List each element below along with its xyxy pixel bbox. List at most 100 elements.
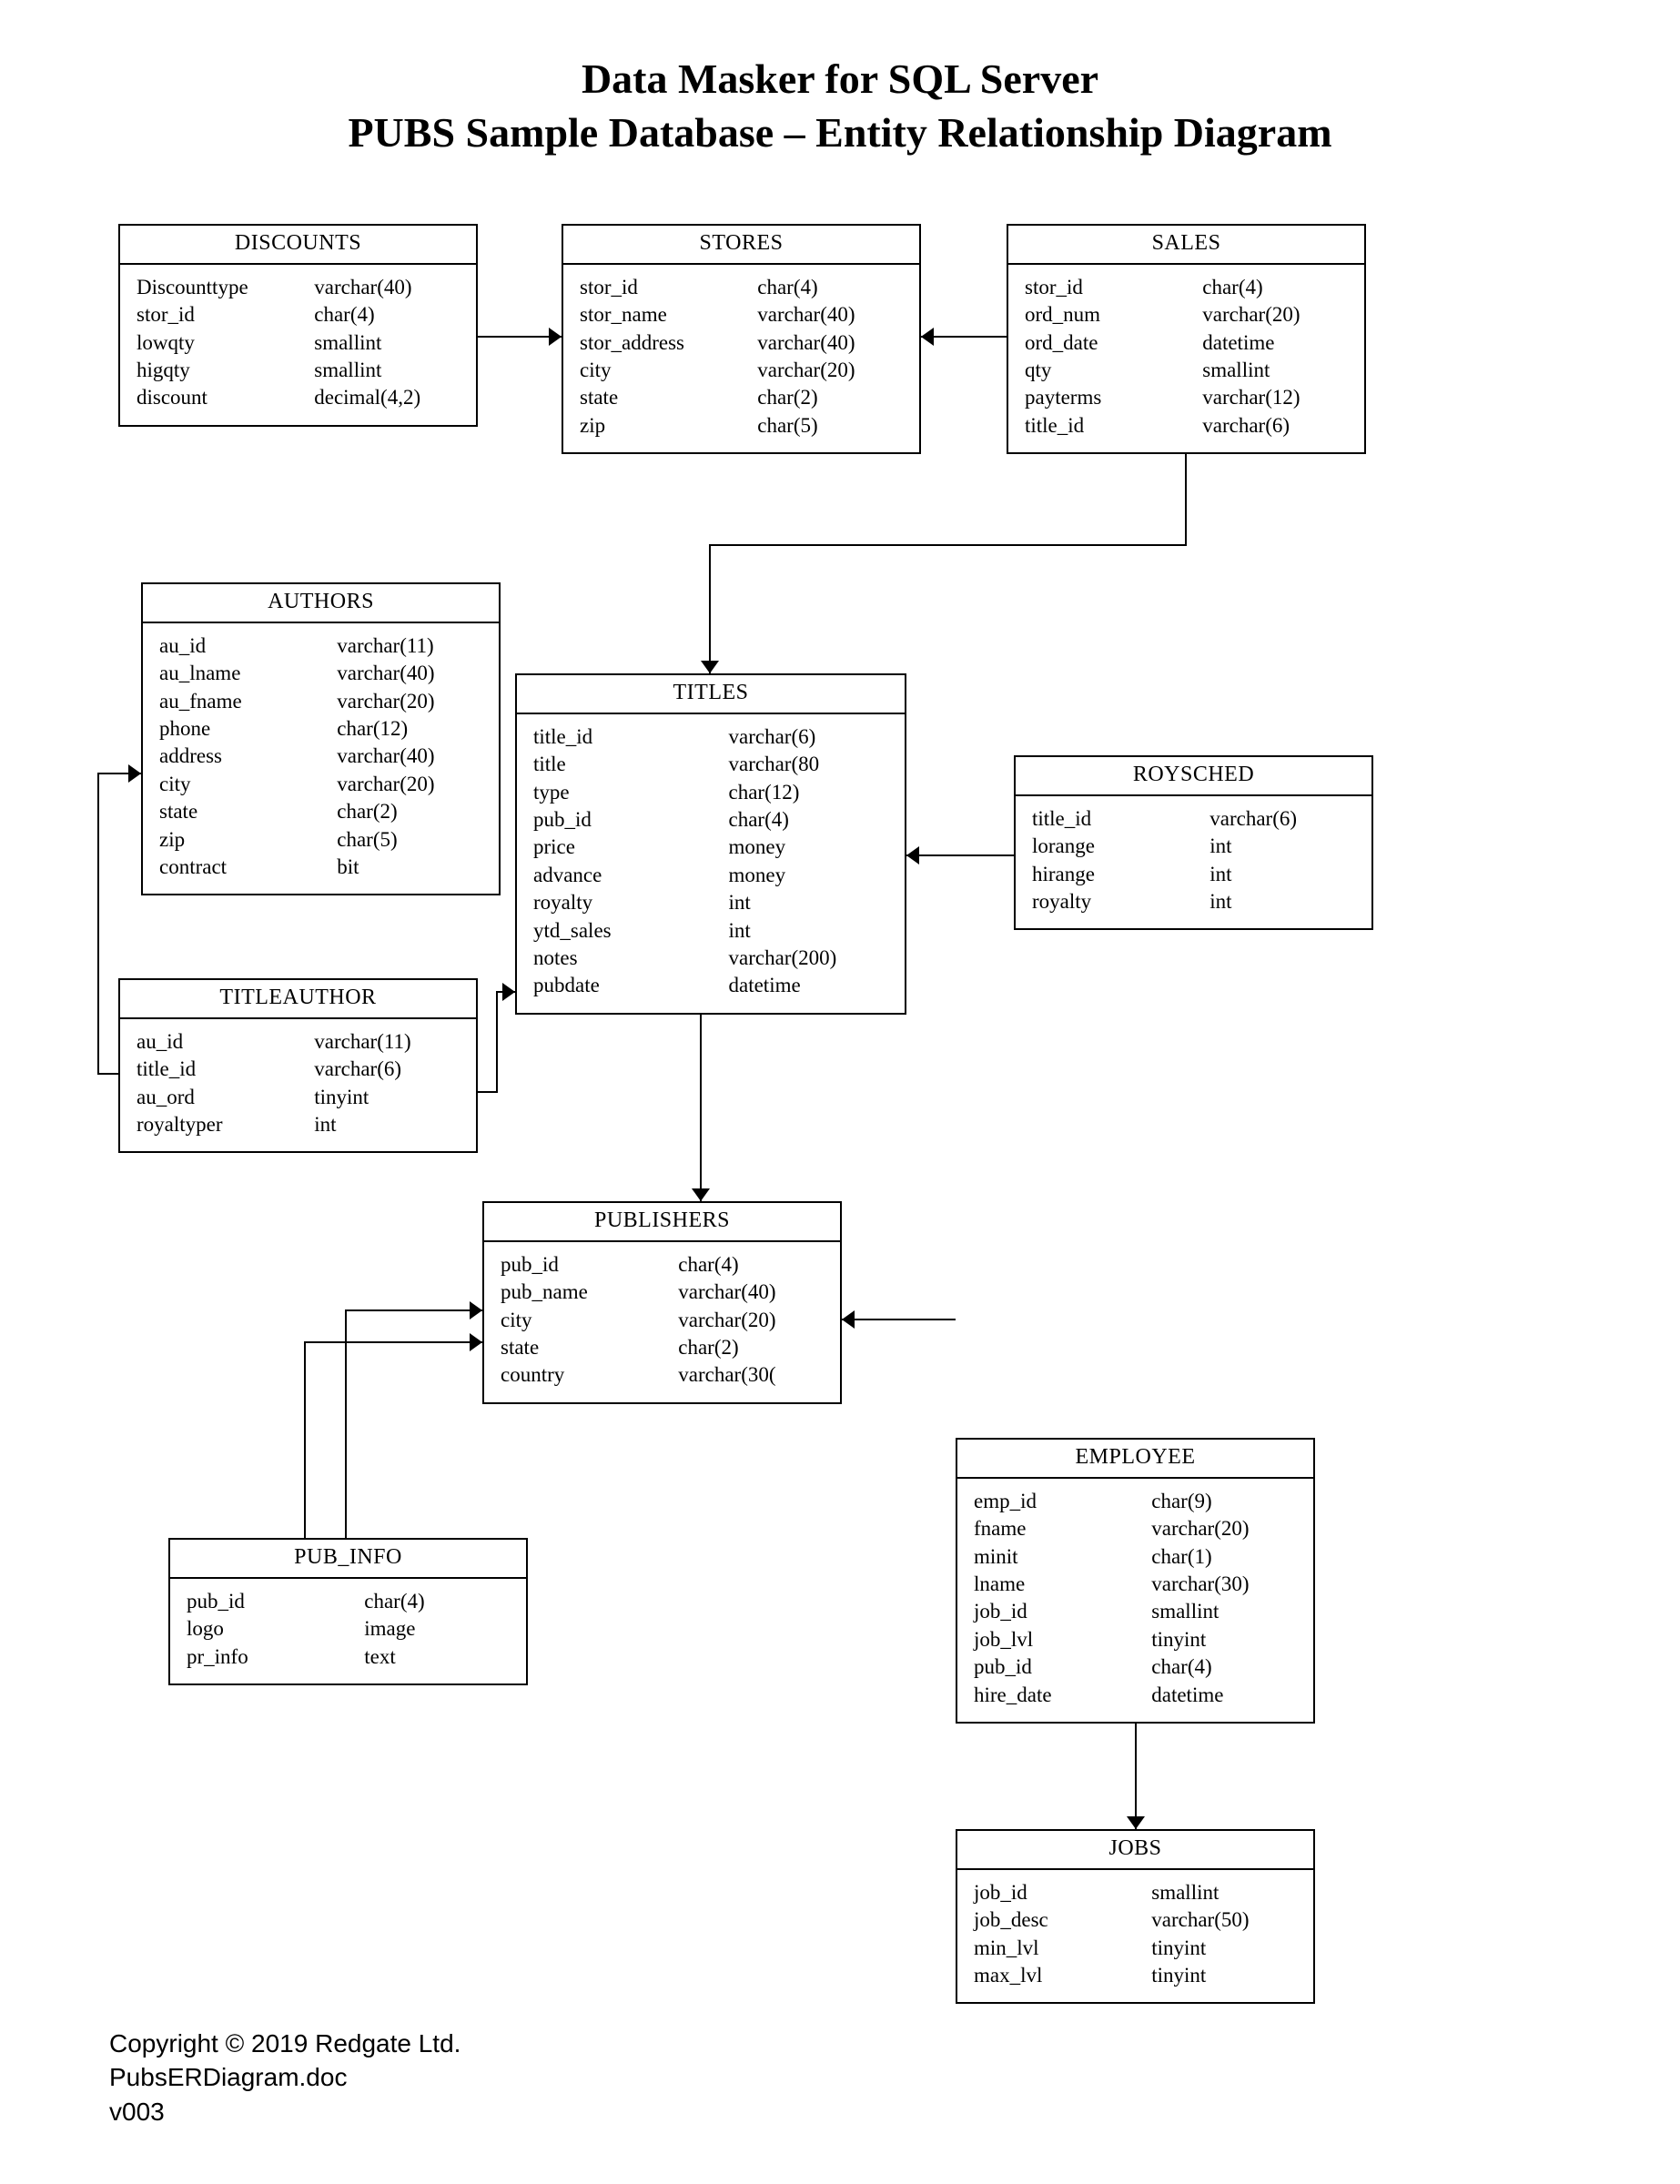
column-type: money — [729, 862, 889, 889]
column-type: tinyint — [314, 1084, 460, 1111]
column-row: cityvarchar(20) — [501, 1307, 824, 1334]
column-name: stor_address — [580, 329, 757, 357]
arrowhead-icon — [921, 328, 934, 346]
column-row: ord_datedatetime — [1025, 329, 1348, 357]
column-row: statechar(2) — [501, 1334, 824, 1361]
column-type: char(4) — [729, 806, 889, 834]
column-name: ytd_sales — [533, 917, 729, 945]
column-name: title_id — [533, 723, 729, 751]
column-name: phone — [159, 715, 337, 743]
column-row: stor_idchar(4) — [1025, 274, 1348, 301]
column-type: char(12) — [729, 779, 889, 806]
column-row: titlevarchar(80 — [533, 751, 888, 778]
column-row: royaltyperint — [137, 1111, 460, 1138]
column-row: emp_idchar(9) — [974, 1488, 1297, 1515]
column-type: char(1) — [1151, 1543, 1297, 1571]
column-name: fname — [974, 1515, 1151, 1542]
entity-header: TITLEAUTHOR — [120, 980, 476, 1019]
title-line-1: Data Masker for SQL Server — [0, 55, 1680, 103]
column-name: au_fname — [159, 688, 337, 715]
column-name: country — [501, 1361, 678, 1389]
column-name: state — [159, 798, 337, 825]
footer-version: v003 — [109, 2095, 460, 2129]
column-row: ytd_salesint — [533, 917, 888, 945]
column-type: char(2) — [757, 384, 903, 411]
column-name: job_id — [974, 1879, 1151, 1906]
column-name: address — [159, 743, 337, 770]
column-type: varchar(20) — [1151, 1515, 1297, 1542]
entity-stores: STORESstor_idchar(4)stor_namevarchar(40)… — [562, 224, 921, 454]
entity-header: PUBLISHERS — [484, 1203, 840, 1242]
footer: Copyright © 2019 Redgate Ltd. PubsERDiag… — [109, 2027, 460, 2129]
column-row: notesvarchar(200) — [533, 945, 888, 972]
column-name: title_id — [1032, 805, 1209, 833]
column-type: smallint — [1151, 1879, 1297, 1906]
entity-pub_info: PUB_INFOpub_idchar(4)logoimagepr_infotex… — [168, 1538, 528, 1685]
column-row: minitchar(1) — [974, 1543, 1297, 1571]
column-type: char(2) — [337, 798, 482, 825]
column-row: pricemoney — [533, 834, 888, 861]
column-row: logoimage — [187, 1615, 510, 1643]
column-name: job_desc — [974, 1906, 1151, 1934]
column-row: royaltyint — [533, 889, 888, 916]
arrowhead-icon — [1127, 1816, 1145, 1829]
column-type: varchar(20) — [757, 357, 903, 384]
column-type: varchar(6) — [314, 1056, 460, 1083]
column-type: varchar(50) — [1151, 1906, 1297, 1934]
column-type: image — [364, 1615, 510, 1643]
column-row: au_ordtinyint — [137, 1084, 460, 1111]
column-row: stor_idchar(4) — [580, 274, 903, 301]
column-name: lorange — [1032, 833, 1209, 860]
column-name: max_lvl — [974, 1962, 1151, 1989]
footer-copyright: Copyright © 2019 Redgate Ltd. — [109, 2027, 460, 2061]
column-name: au_id — [159, 632, 337, 660]
column-name: pub_name — [501, 1279, 678, 1306]
column-name: type — [533, 779, 729, 806]
entity-columns: pub_idchar(4)logoimagepr_infotext — [170, 1579, 526, 1684]
column-row: higqtysmallint — [137, 357, 460, 384]
column-row: fnamevarchar(20) — [974, 1515, 1297, 1542]
column-row: statechar(2) — [580, 384, 903, 411]
column-type: char(4) — [757, 274, 903, 301]
column-type: datetime — [1202, 329, 1348, 357]
column-row: job_idsmallint — [974, 1598, 1297, 1625]
arrowhead-icon — [701, 661, 719, 673]
column-name: job_lvl — [974, 1626, 1151, 1653]
column-type: varchar(40) — [757, 301, 903, 329]
entity-authors: AUTHORSau_idvarchar(11)au_lnamevarchar(4… — [141, 582, 501, 895]
column-name: pub_id — [501, 1251, 678, 1279]
column-type: int — [1209, 888, 1355, 915]
column-row: lnamevarchar(30) — [974, 1571, 1297, 1598]
column-row: royaltyint — [1032, 888, 1355, 915]
column-name: stor_id — [580, 274, 757, 301]
column-row: lowqtysmallint — [137, 329, 460, 357]
entity-roysched: ROYSCHEDtitle_idvarchar(6)lorangeinthira… — [1014, 755, 1373, 930]
entity-columns: title_idvarchar(6)titlevarchar(80typecha… — [517, 714, 905, 1013]
column-type: char(4) — [1151, 1653, 1297, 1681]
column-name: city — [159, 771, 337, 798]
column-row: typechar(12) — [533, 779, 888, 806]
column-type: varchar(200) — [729, 945, 889, 972]
column-name: zip — [159, 826, 337, 854]
column-type: decimal(4,2) — [314, 384, 460, 411]
column-row: ord_numvarchar(20) — [1025, 301, 1348, 329]
column-name: minit — [974, 1543, 1151, 1571]
column-name: stor_name — [580, 301, 757, 329]
column-name: min_lvl — [974, 1935, 1151, 1962]
column-type: varchar(11) — [337, 632, 482, 660]
column-name: Discounttype — [137, 274, 314, 301]
entity-columns: au_idvarchar(11)au_lnamevarchar(40)au_fn… — [143, 623, 499, 894]
entity-header: ROYSCHED — [1016, 757, 1371, 796]
column-row: paytermsvarchar(12) — [1025, 384, 1348, 411]
entity-columns: stor_idchar(4)stor_namevarchar(40)stor_a… — [563, 265, 919, 452]
connector — [305, 1342, 482, 1538]
column-type: char(5) — [337, 826, 482, 854]
column-type: varchar(40) — [337, 743, 482, 770]
entity-header: JOBS — [957, 1831, 1313, 1870]
column-row: pr_infotext — [187, 1643, 510, 1671]
connector — [478, 992, 515, 1092]
column-name: state — [580, 384, 757, 411]
column-name: contract — [159, 854, 337, 881]
column-name: state — [501, 1334, 678, 1361]
column-row: pub_idchar(4) — [187, 1588, 510, 1615]
